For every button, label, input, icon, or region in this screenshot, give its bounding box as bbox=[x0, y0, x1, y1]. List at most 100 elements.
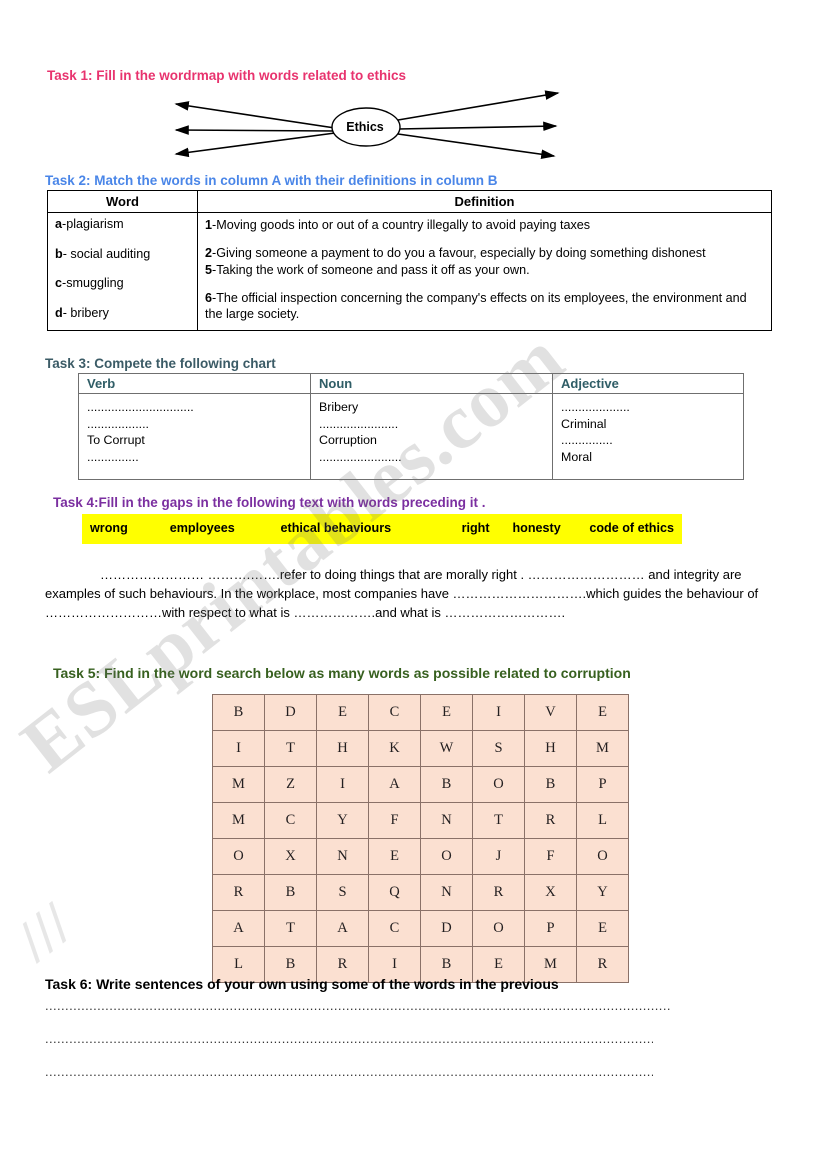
word-search-cell[interactable]: S bbox=[316, 874, 369, 911]
word-bank-item-right: right bbox=[461, 521, 490, 535]
word-search-cell[interactable]: I bbox=[472, 694, 525, 731]
word-search-cell[interactable]: T bbox=[472, 802, 525, 839]
word-bank-item-honesty: honesty bbox=[512, 521, 561, 535]
word-search-cell[interactable]: T bbox=[264, 910, 317, 947]
table-header-row: Word Definition bbox=[47, 190, 772, 213]
word-search-cell[interactable]: E bbox=[420, 694, 473, 731]
task5-heading: Task 5: Find in the word search below as… bbox=[53, 665, 631, 681]
word-search-cell[interactable]: C bbox=[368, 910, 421, 947]
task3-adjective-cell[interactable]: .................... Criminal ..........… bbox=[552, 393, 744, 480]
word-search-cell[interactable]: J bbox=[472, 838, 525, 875]
word-search-cell[interactable]: D bbox=[264, 694, 317, 731]
task3-table: Verb Noun Adjective ....................… bbox=[78, 373, 744, 480]
word-search-row: MZIABOBP bbox=[212, 766, 629, 803]
word-search-cell[interactable]: V bbox=[524, 694, 577, 731]
column-header-definition: Definition bbox=[197, 190, 772, 213]
task6-answer-line-3[interactable]: ........................................… bbox=[45, 1064, 653, 1079]
task1-wordmap: Ethics bbox=[150, 88, 580, 166]
word-search-cell[interactable]: L bbox=[576, 802, 629, 839]
word-search-cell[interactable]: E bbox=[368, 838, 421, 875]
wordmap-arrow-right-3 bbox=[397, 133, 556, 159]
word-search-cell[interactable]: D bbox=[420, 910, 473, 947]
list-item: c-smuggling bbox=[55, 276, 124, 291]
word-search-cell[interactable]: O bbox=[576, 838, 629, 875]
word-search-cell[interactable]: O bbox=[212, 838, 265, 875]
task6-answer-line-2[interactable]: ........................................… bbox=[45, 1031, 653, 1046]
word-search-cell[interactable]: N bbox=[420, 802, 473, 839]
task5-word-search-grid[interactable]: BDECEIVEITHKWSHMMZIABOBPMCYFNTRLOXNEOJFO… bbox=[212, 694, 629, 983]
word-search-cell[interactable]: W bbox=[420, 730, 473, 767]
word-search-cell[interactable]: B bbox=[212, 694, 265, 731]
word-search-cell[interactable]: C bbox=[264, 802, 317, 839]
word-search-cell[interactable]: A bbox=[368, 766, 421, 803]
word-search-cell[interactable]: F bbox=[368, 802, 421, 839]
word-search-cell[interactable]: T bbox=[264, 730, 317, 767]
word-search-cell[interactable]: O bbox=[472, 910, 525, 947]
word-search-cell[interactable]: C bbox=[368, 694, 421, 731]
word-search-cell[interactable]: E bbox=[316, 694, 369, 731]
worksheet-page: Task 1: Fill in the wordrmap with words … bbox=[0, 0, 821, 1161]
word-bank-item-wrong: wrong bbox=[90, 521, 128, 535]
word-search-cell[interactable]: X bbox=[524, 874, 577, 911]
task4-word-bank: wrong employees ethical behaviours right… bbox=[82, 514, 682, 544]
word-search-cell[interactable]: I bbox=[212, 730, 265, 767]
word-search-cell[interactable]: X bbox=[264, 838, 317, 875]
task3-verb-cell[interactable]: ............................... ........… bbox=[78, 393, 311, 480]
task3-noun-text: Bribery ....................... Corrupti… bbox=[319, 400, 402, 465]
word-search-cell[interactable]: F bbox=[524, 838, 577, 875]
word-search-cell[interactable]: B bbox=[264, 874, 317, 911]
word-search-row: ITHKWSHM bbox=[212, 730, 629, 767]
table-header-row: Verb Noun Adjective bbox=[78, 373, 744, 394]
word-search-cell[interactable]: Z bbox=[264, 766, 317, 803]
word-search-cell[interactable]: A bbox=[212, 910, 265, 947]
word-search-cell[interactable]: A bbox=[316, 910, 369, 947]
word-search-cell[interactable]: E bbox=[576, 910, 629, 947]
task1-heading: Task 1: Fill in the wordrmap with words … bbox=[47, 68, 407, 83]
word-search-cell[interactable]: R bbox=[576, 946, 629, 983]
word-search-cell[interactable]: R bbox=[524, 802, 577, 839]
column-header-noun: Noun bbox=[310, 373, 553, 394]
word-search-cell[interactable]: H bbox=[316, 730, 369, 767]
word-search-cell[interactable]: Y bbox=[316, 802, 369, 839]
watermark-slashes: /// bbox=[4, 890, 85, 974]
word-search-row: OXNEOJFO bbox=[212, 838, 629, 875]
wordmap-arrow-left-3 bbox=[174, 132, 336, 158]
word-search-cell[interactable]: M bbox=[212, 802, 265, 839]
word-bank-item-ethical-behaviours: ethical behaviours bbox=[280, 521, 392, 535]
word-search-cell[interactable]: B bbox=[524, 766, 577, 803]
table-row: ............................... ........… bbox=[78, 393, 744, 480]
word-search-cell[interactable]: O bbox=[472, 766, 525, 803]
word-search-cell[interactable]: M bbox=[576, 730, 629, 767]
word-search-cell[interactable]: Y bbox=[576, 874, 629, 911]
task4-heading: Task 4:Fill in the gaps in the following… bbox=[53, 495, 486, 510]
task6-answer-line-1[interactable]: ........................................… bbox=[45, 998, 670, 1013]
wordmap-arrow-left-2 bbox=[174, 125, 336, 135]
word-search-cell[interactable]: R bbox=[472, 874, 525, 911]
word-search-cell[interactable]: S bbox=[472, 730, 525, 767]
word-search-cell[interactable]: E bbox=[576, 694, 629, 731]
table-row: a-plagiarism b- social auditing c-smuggl… bbox=[47, 212, 772, 331]
task3-noun-cell[interactable]: Bribery ....................... Corrupti… bbox=[310, 393, 553, 480]
word-search-cell[interactable]: P bbox=[524, 910, 577, 947]
word-search-cell[interactable]: I bbox=[316, 766, 369, 803]
wordmap-center-ellipse bbox=[331, 107, 401, 147]
list-item: a-plagiarism bbox=[55, 217, 124, 231]
word-search-cell[interactable]: P bbox=[576, 766, 629, 803]
word-search-cell[interactable]: H bbox=[524, 730, 577, 767]
list-item: 5-Taking the work of someone and pass it… bbox=[205, 262, 530, 277]
task2-definition-column: 1-Moving goods into or out of a country … bbox=[197, 212, 772, 331]
word-search-cell[interactable]: N bbox=[420, 874, 473, 911]
word-search-cell[interactable]: O bbox=[420, 838, 473, 875]
word-search-cell[interactable]: M bbox=[212, 766, 265, 803]
word-search-cell[interactable]: N bbox=[316, 838, 369, 875]
list-item: 1-Moving goods into or out of a country … bbox=[205, 218, 591, 232]
word-bank-item-code-of-ethics: code of ethics bbox=[589, 521, 674, 535]
word-search-cell[interactable]: R bbox=[212, 874, 265, 911]
word-search-cell[interactable]: B bbox=[420, 766, 473, 803]
task4-paragraph: …………………… ……….…….refer to doing things th… bbox=[45, 567, 759, 621]
word-search-cell[interactable]: Q bbox=[368, 874, 421, 911]
word-search-body: BDECEIVEITHKWSHMMZIABOBPMCYFNTRLOXNEOJFO… bbox=[212, 694, 629, 983]
word-search-row: RBSQNRXY bbox=[212, 874, 629, 911]
word-search-cell[interactable]: K bbox=[368, 730, 421, 767]
wordmap-diagram bbox=[174, 90, 560, 159]
